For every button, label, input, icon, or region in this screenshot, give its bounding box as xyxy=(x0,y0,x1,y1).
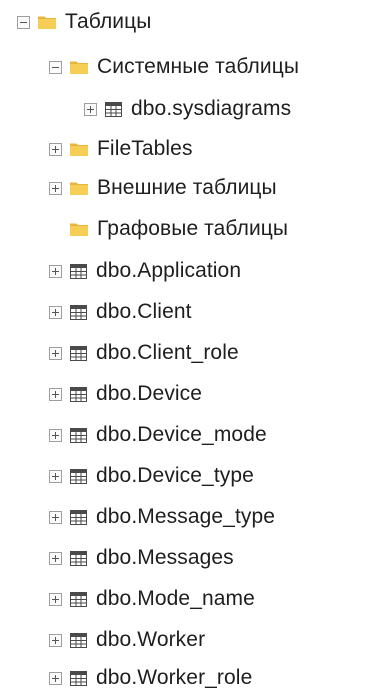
tree-node-label: dbo.Mode_name xyxy=(96,587,255,610)
expand-icon[interactable] xyxy=(49,633,62,647)
tree-node-label: dbo.Message_type xyxy=(96,505,276,528)
table-icon xyxy=(70,510,87,525)
expand-icon[interactable] xyxy=(49,387,62,401)
folder-icon xyxy=(38,15,56,29)
expand-icon[interactable] xyxy=(49,264,62,278)
folder-icon xyxy=(70,181,88,195)
tree-node-label: dbo.Client_role xyxy=(96,341,239,364)
table-icon xyxy=(70,428,87,443)
table-icon xyxy=(70,551,87,566)
tree-node-table[interactable]: dbo.Device_type xyxy=(49,458,254,494)
tree-node-external-tables[interactable]: Внешние таблицы xyxy=(49,170,277,206)
tree-node-table[interactable]: dbo.Message_type xyxy=(49,499,275,535)
no-toggle-spacer xyxy=(49,223,62,236)
tree-node-system-tables[interactable]: Системные таблицы xyxy=(49,49,299,85)
table-icon xyxy=(70,387,87,402)
expand-icon[interactable] xyxy=(84,102,97,116)
tree-node-table[interactable]: dbo.Worker_role xyxy=(49,660,252,696)
table-icon xyxy=(105,102,122,117)
table-icon xyxy=(70,671,87,686)
tree-node-label: Системные таблицы xyxy=(97,55,300,78)
collapse-icon[interactable] xyxy=(17,15,30,29)
tree-node-filetables[interactable]: FileTables xyxy=(49,131,193,167)
table-icon xyxy=(70,305,87,320)
object-explorer-tree: Таблицы Системные таблицы dbo.sysdiagram… xyxy=(0,0,380,692)
expand-icon[interactable] xyxy=(49,305,62,319)
tree-node-label: dbo.Client xyxy=(96,300,192,323)
tree-node-tables[interactable]: Таблицы xyxy=(17,4,151,40)
expand-icon[interactable] xyxy=(49,551,62,565)
tree-node-label: dbo.Worker xyxy=(96,628,206,651)
expand-icon[interactable] xyxy=(49,671,62,685)
table-icon xyxy=(70,469,87,484)
tree-node-label: dbo.sysdiagrams xyxy=(131,97,292,120)
expand-icon[interactable] xyxy=(49,181,62,195)
expand-icon[interactable] xyxy=(49,142,62,156)
folder-icon xyxy=(70,142,88,156)
tree-node-graph-tables[interactable]: Графовые таблицы xyxy=(49,211,288,247)
tree-node-table[interactable]: dbo.Device_mode xyxy=(49,417,267,453)
folder-icon xyxy=(70,222,88,236)
expand-icon[interactable] xyxy=(49,592,62,606)
table-icon xyxy=(70,633,87,648)
tree-node-table[interactable]: dbo.Client xyxy=(49,294,192,330)
tree-node-label: dbo.Messages xyxy=(96,546,234,569)
tree-node-label: dbo.Device_type xyxy=(96,464,254,487)
tree-node-label: Графовые таблицы xyxy=(97,217,289,240)
tree-node-table[interactable]: dbo.Worker xyxy=(49,622,205,658)
tree-node-label: dbo.Worker_role xyxy=(96,666,253,689)
expand-icon[interactable] xyxy=(49,510,62,524)
tree-node-table[interactable]: dbo.Messages xyxy=(49,540,234,576)
tree-node-label: dbo.Device_mode xyxy=(96,423,267,446)
table-icon xyxy=(70,592,87,607)
expand-icon[interactable] xyxy=(49,346,62,360)
tree-node-label: dbo.Application xyxy=(96,259,242,282)
folder-icon xyxy=(70,60,88,74)
collapse-icon[interactable] xyxy=(49,60,62,74)
tree-node-table[interactable]: dbo.Mode_name xyxy=(49,581,255,617)
expand-icon[interactable] xyxy=(49,469,62,483)
table-icon xyxy=(70,264,87,279)
tree-node-sysdiagrams[interactable]: dbo.sysdiagrams xyxy=(84,91,291,127)
expand-icon[interactable] xyxy=(49,428,62,442)
table-icon xyxy=(70,346,87,361)
tree-node-label: Внешние таблицы xyxy=(97,176,277,199)
tree-node-label: dbo.Device xyxy=(96,382,203,405)
tree-node-label: FileTables xyxy=(97,137,193,160)
tree-node-table[interactable]: dbo.Device xyxy=(49,376,202,412)
tree-node-label: Таблицы xyxy=(65,10,152,33)
tree-node-table[interactable]: dbo.Client_role xyxy=(49,335,239,371)
tree-node-table[interactable]: dbo.Application xyxy=(49,253,241,289)
